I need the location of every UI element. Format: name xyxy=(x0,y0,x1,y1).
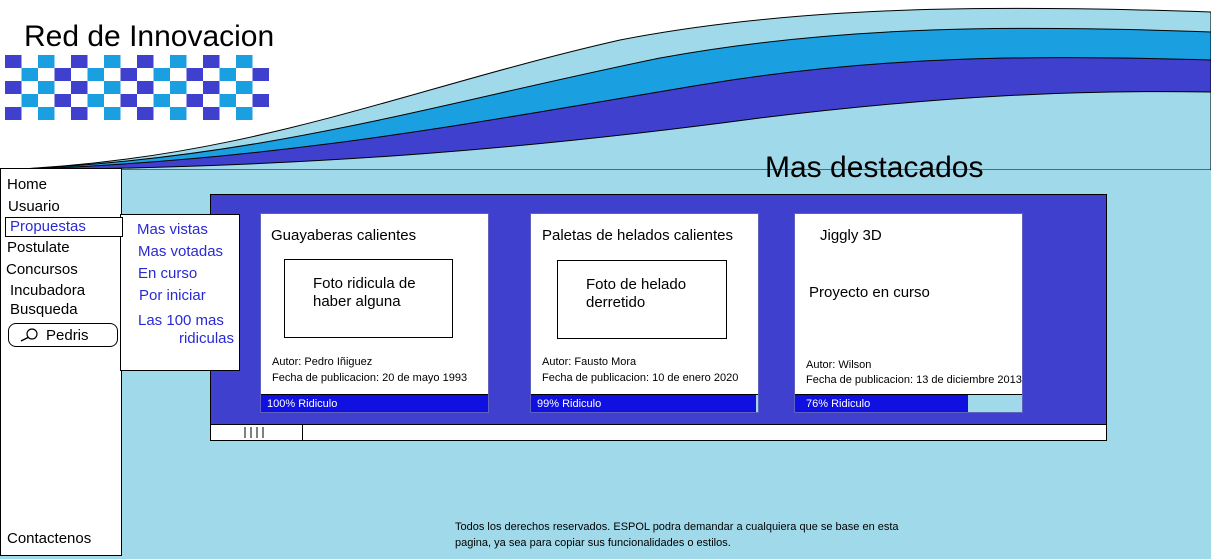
nav-postulate[interactable]: Postulate xyxy=(7,239,70,256)
photo-caption-line2: derretido xyxy=(586,294,646,311)
checker-logo xyxy=(5,55,269,120)
footer-line2: pagina, ya sea para copiar sus funcional… xyxy=(455,537,731,549)
submenu-en-curso[interactable]: En curso xyxy=(138,265,197,283)
search-value: Pedris xyxy=(46,327,89,344)
project-card[interactable]: Guayaberas calientes Foto ridicula de ha… xyxy=(260,213,489,413)
header: Red de Innovacion xyxy=(0,0,1211,170)
nav-busqueda[interactable]: Busqueda xyxy=(10,301,78,318)
card-status-text: Proyecto en curso xyxy=(809,284,930,301)
card-date: Fecha de publicacion: 13 de diciembre 20… xyxy=(806,374,1022,386)
card-photo: Foto ridicula de haber alguna xyxy=(284,259,453,338)
project-card[interactable]: Jiggly 3D Proyecto en curso Autor: Wilso… xyxy=(794,213,1023,413)
project-card[interactable]: Paletas de helados calientes Foto de hel… xyxy=(530,213,759,413)
footer-copyright: Todos los derechos reservados. ESPOL pod… xyxy=(455,519,915,551)
card-date: Fecha de publicacion: 20 de mayo 1993 xyxy=(272,372,468,384)
carousel-scrollbar[interactable] xyxy=(210,424,1107,441)
card-title: Paletas de helados calientes xyxy=(542,227,733,244)
submenu-last-line2: ridiculas xyxy=(178,330,234,347)
ridiculo-label: 100% Ridiculo xyxy=(267,398,338,410)
submenu-mas-vistas[interactable]: Mas vistas xyxy=(137,221,208,239)
nav-contactenos[interactable]: Contactenos xyxy=(7,530,91,547)
ridiculo-label: 99% Ridiculo xyxy=(537,398,602,410)
propuestas-submenu: Mas vistas Mas votadas En curso Por inic… xyxy=(120,214,240,371)
featured-carousel: Guayaberas calientes Foto ridicula de ha… xyxy=(210,194,1107,425)
search-input[interactable]: Pedris xyxy=(8,323,118,347)
card-date: Fecha de publicacion: 10 de enero 2020 xyxy=(542,372,739,384)
card-title: Jiggly 3D xyxy=(820,227,882,244)
nav-propuestas[interactable]: Propuestas xyxy=(5,217,123,237)
submenu-mas-votadas[interactable]: Mas votadas xyxy=(138,243,223,261)
submenu-las-100-ridiculas[interactable]: Las 100 mas ridiculas xyxy=(138,312,234,348)
grip-icon xyxy=(244,427,264,438)
scrollbar-thumb[interactable] xyxy=(211,425,303,440)
photo-caption-line2: haber alguna xyxy=(313,293,401,310)
card-photo: Foto de helado derretido xyxy=(557,260,727,339)
footer-line1: Todos los derechos reservados. ESPOL pod… xyxy=(455,521,899,533)
nav-home[interactable]: Home xyxy=(7,176,47,193)
ridiculo-bar: 76% Ridiculo xyxy=(795,394,1022,412)
sidebar: Home Usuario Propuestas Postulate Concur… xyxy=(0,168,123,556)
ridiculo-bar: 100% Ridiculo xyxy=(261,394,488,412)
ridiculo-label: 76% Ridiculo xyxy=(806,398,871,410)
photo-caption-line1: Foto de helado xyxy=(586,276,687,293)
submenu-last-line1: Las 100 mas xyxy=(138,312,224,329)
card-title: Guayaberas calientes xyxy=(271,227,417,244)
card-author: Autor: Fausto Mora xyxy=(542,356,637,368)
card-author: Autor: Wilson xyxy=(806,359,872,371)
nav-concursos[interactable]: Concursos xyxy=(6,261,78,278)
search-icon xyxy=(20,328,38,342)
nav-incubadora[interactable]: Incubadora xyxy=(10,282,85,299)
nav-usuario[interactable]: Usuario xyxy=(8,198,60,215)
site-title: Red de Innovacion xyxy=(24,20,275,53)
ridiculo-bar: 99% Ridiculo xyxy=(531,394,758,412)
photo-caption-line1: Foto ridicula de xyxy=(313,275,416,292)
card-author: Autor: Pedro Iñiguez xyxy=(272,356,373,368)
submenu-por-iniciar[interactable]: Por iniciar xyxy=(139,287,206,305)
section-title: Mas destacados xyxy=(765,151,984,184)
